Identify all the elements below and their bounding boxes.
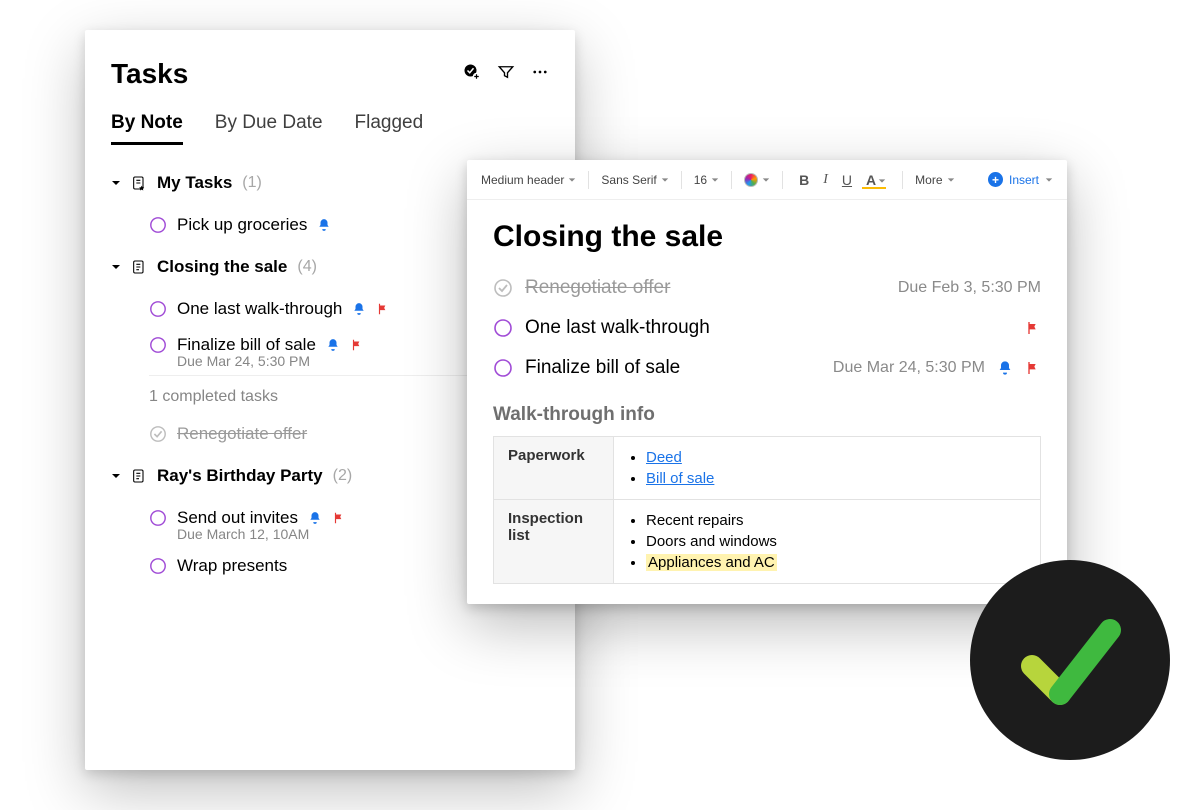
color-picker[interactable]	[744, 173, 770, 187]
task-checkbox[interactable]	[493, 358, 513, 378]
checkmark-icon	[1010, 600, 1130, 720]
table-row: Paperwork Deed Bill of sale	[494, 437, 1041, 500]
group-name: My Tasks	[157, 173, 232, 193]
chevron-down-icon	[111, 178, 121, 188]
group-name: Ray's Birthday Party	[157, 466, 323, 486]
bell-icon	[997, 360, 1013, 376]
chevron-down-icon	[111, 471, 121, 481]
fontsize-dropdown[interactable]: 16	[694, 173, 719, 187]
table-row: Inspection list Recent repairs Doors and…	[494, 500, 1041, 584]
bell-icon	[352, 302, 366, 316]
note-task-row[interactable]: One last walk-through	[493, 308, 1041, 348]
add-task-icon[interactable]	[463, 63, 481, 86]
task-checkbox[interactable]	[149, 216, 167, 234]
flag-icon	[1025, 360, 1041, 376]
note-icon	[131, 258, 147, 276]
chevron-down-icon	[111, 262, 121, 272]
more-icon[interactable]	[531, 63, 549, 86]
task-checkbox[interactable]	[149, 300, 167, 318]
due-date: Due Feb 3, 5:30 PM	[898, 279, 1041, 297]
task-title: One last walk-through	[177, 299, 342, 319]
task-title: Finalize bill of sale	[177, 335, 316, 355]
editor-toolbar: Medium header Sans Serif 16 B I U A More…	[467, 160, 1067, 200]
check-badge	[970, 560, 1170, 760]
note-task-row[interactable]: Renegotiate offer Due Feb 3, 5:30 PM	[493, 268, 1041, 308]
font-dropdown[interactable]: Sans Serif	[601, 173, 668, 187]
bold-button[interactable]: B	[795, 172, 813, 188]
tab-by-note[interactable]: By Note	[111, 112, 183, 145]
task-title: Pick up groceries	[177, 215, 307, 235]
underline-button[interactable]: U	[838, 172, 856, 188]
task-title: Send out invites	[177, 508, 298, 528]
highlight-button[interactable]: A	[862, 172, 890, 188]
tasks-tabs: By Note By Due Date Flagged	[111, 112, 549, 145]
note-task-title: Renegotiate offer	[525, 277, 670, 299]
list-item: Recent repairs	[646, 510, 1026, 531]
group-count: (4)	[297, 258, 317, 276]
row-value: Deed Bill of sale	[614, 437, 1041, 500]
tasks-header: Tasks	[111, 58, 549, 90]
flag-icon	[332, 511, 346, 525]
info-table: Paperwork Deed Bill of sale Inspection l…	[493, 436, 1041, 584]
link-bill-of-sale[interactable]: Bill of sale	[646, 470, 714, 487]
task-title: Wrap presents	[177, 556, 287, 576]
task-checkbox[interactable]	[149, 557, 167, 575]
note-section-heading: Walk-through info	[493, 404, 1041, 426]
note-icon	[131, 467, 147, 485]
task-checkbox[interactable]	[149, 509, 167, 527]
note-task-title: One last walk-through	[525, 317, 710, 339]
bell-icon	[308, 511, 322, 525]
plus-icon: +	[988, 172, 1003, 187]
filter-icon[interactable]	[497, 63, 515, 86]
list-item: Doors and windows	[646, 531, 1026, 552]
row-label: Paperwork	[494, 437, 614, 500]
group-name: Closing the sale	[157, 257, 287, 277]
note-star-icon	[131, 174, 147, 192]
tab-flagged[interactable]: Flagged	[355, 112, 424, 145]
bell-icon	[326, 338, 340, 352]
flag-icon	[350, 338, 364, 352]
due-date: Due Mar 24, 5:30 PM	[833, 359, 985, 377]
flag-icon	[1025, 320, 1041, 336]
note-task-row[interactable]: Finalize bill of sale Due Mar 24, 5:30 P…	[493, 348, 1041, 388]
tasks-title: Tasks	[111, 58, 188, 90]
note-body[interactable]: Closing the sale Renegotiate offer Due F…	[467, 200, 1067, 604]
note-editor: Medium header Sans Serif 16 B I U A More…	[467, 160, 1067, 604]
row-label: Inspection list	[494, 500, 614, 584]
group-count: (2)	[333, 467, 353, 485]
note-title: Closing the sale	[493, 220, 1041, 254]
link-deed[interactable]: Deed	[646, 449, 682, 466]
bell-icon	[317, 218, 331, 232]
task-checkbox[interactable]	[149, 336, 167, 354]
tab-by-due-date[interactable]: By Due Date	[215, 112, 323, 145]
list-item: Appliances and AC	[646, 552, 1026, 573]
flag-icon	[376, 302, 390, 316]
task-title: Renegotiate offer	[177, 424, 307, 444]
task-checkbox[interactable]	[493, 318, 513, 338]
note-task-title: Finalize bill of sale	[525, 357, 680, 379]
task-checkbox-done[interactable]	[149, 425, 167, 443]
insert-button[interactable]: + Insert	[988, 172, 1053, 187]
style-dropdown[interactable]: Medium header	[481, 173, 576, 187]
group-count: (1)	[242, 174, 262, 192]
task-checkbox-done[interactable]	[493, 278, 513, 298]
more-dropdown[interactable]: More	[915, 173, 954, 187]
row-value: Recent repairs Doors and windows Applian…	[614, 500, 1041, 584]
italic-button[interactable]: I	[819, 172, 832, 188]
